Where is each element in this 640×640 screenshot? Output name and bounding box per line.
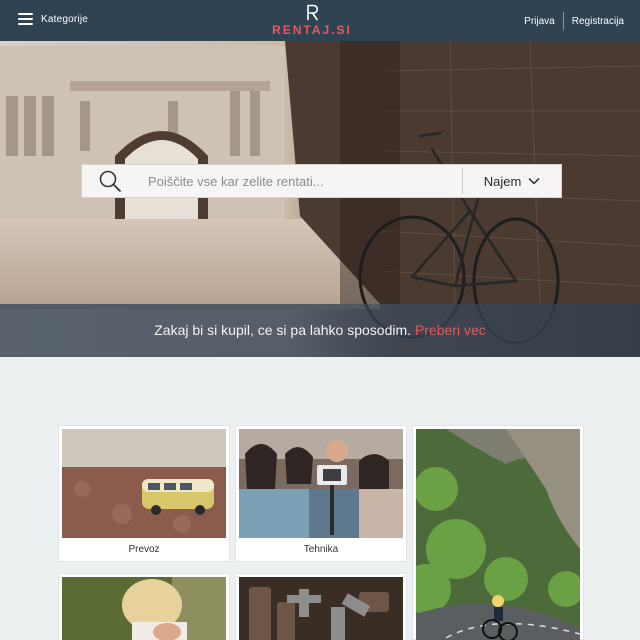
login-link[interactable]: Prijava [524,16,555,27]
site-logo[interactable]: RENTAJ.SI [272,4,352,37]
category-card-sport[interactable] [412,425,584,640]
category-image-cyclist [416,429,580,640]
category-card-prevoz[interactable]: Prevoz [58,425,230,562]
category-image-van [62,429,226,538]
categories-menu-label: Kategorije [41,13,89,25]
categories-menu-button[interactable]: Kategorije [18,13,88,25]
category-label: Prevoz [128,544,160,555]
category-label: Tehnika [303,544,339,555]
listing-type-value: Najem [483,173,522,189]
category-card-oblacila[interactable] [58,573,230,640]
category-card-tehnika[interactable]: Tehnika [235,425,407,562]
chevron-down-icon [528,177,540,185]
top-navigation-bar: Kategorije RENTAJ.SI Prijava Registracij… [0,0,640,41]
search-bar: Najem [81,164,562,198]
auth-divider [562,12,564,30]
hero-banner: Najem Zakaj bi si kupil, ce si pa lahko … [0,41,640,357]
category-image-tools [239,577,403,640]
hamburger-icon [18,13,33,25]
category-card-orodje[interactable] [235,573,407,640]
logo-r-icon [307,4,318,21]
logo-wordmark: RENTAJ.SI [272,23,352,37]
tagline-text: Zakaj bi si kupil, ce si pa lahko sposod… [154,322,412,338]
tagline-bar: Zakaj bi si kupil, ce si pa lahko sposod… [0,304,640,357]
listing-type-dropdown[interactable]: Najem [463,165,561,197]
category-image-friends-camera [239,429,403,538]
read-more-link[interactable]: Preberi vec [415,322,486,338]
search-icon[interactable] [82,165,138,197]
register-link[interactable]: Registracija [572,16,624,27]
search-input[interactable] [138,165,462,197]
category-image-woman [62,577,226,640]
